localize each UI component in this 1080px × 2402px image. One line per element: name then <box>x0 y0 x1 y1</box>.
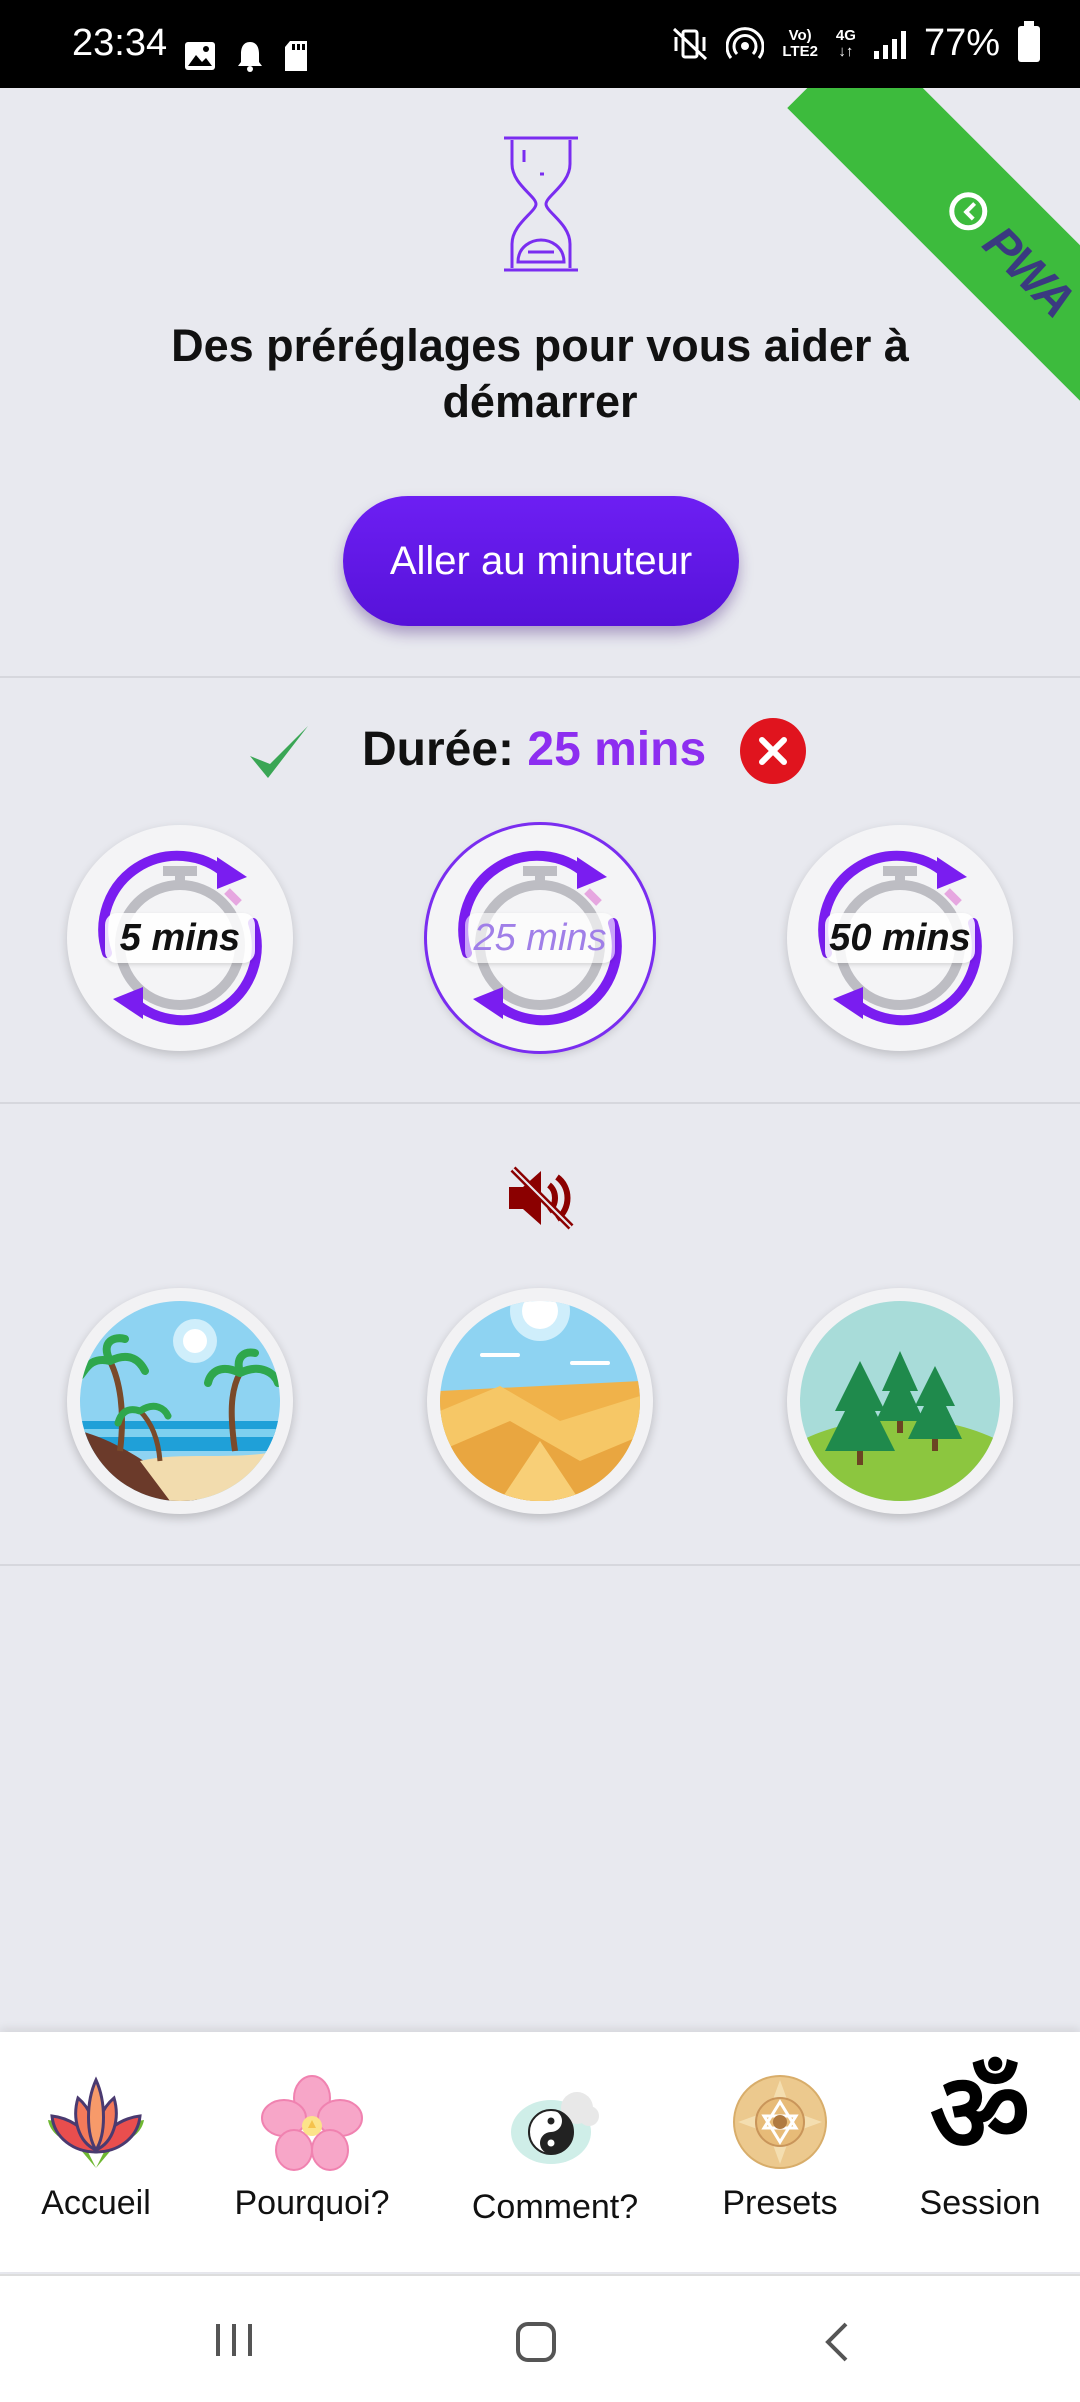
home-icon[interactable] <box>514 2320 558 2364</box>
status-bar: 23:34 Vo) LTE2 4G ↓↑ 77% <box>0 0 1080 88</box>
forest-scene-icon <box>800 1301 1000 1501</box>
clock-icon <box>941 184 996 239</box>
preset-25-mins[interactable]: 25 mins <box>427 825 653 1051</box>
beach-scene-button[interactable] <box>67 1288 293 1514</box>
preset-label: 25 mins <box>465 913 615 963</box>
sd-card-icon <box>285 41 307 71</box>
nav-item-accueil[interactable]: Accueil <box>20 2032 172 2272</box>
divider <box>0 676 1080 678</box>
divider <box>0 1102 1080 1104</box>
nav-label: Comment? <box>471 2188 639 2226</box>
preset-50-mins[interactable]: 50 mins <box>787 825 1013 1051</box>
checkmark-icon[interactable] <box>244 720 314 784</box>
hotspot-icon <box>726 26 765 59</box>
desert-scene-button[interactable] <box>427 1288 653 1514</box>
nav-label: Presets <box>722 2184 838 2222</box>
lotus-icon <box>48 2076 144 2168</box>
nav-item-pourquoi[interactable]: Pourquoi? <box>222 2032 402 2272</box>
system-navigation-bar <box>0 2274 1080 2402</box>
preset-label: 50 mins <box>825 913 975 963</box>
duration-value: 25 mins <box>527 723 707 776</box>
nav-label: Session <box>919 2184 1041 2222</box>
duration-display: Durée: 25 mins <box>362 722 706 777</box>
forest-scene-button[interactable] <box>787 1288 1013 1514</box>
yin-yang-icon <box>511 2092 599 2164</box>
bottom-navigation: Accueil Pourquoi? Comment? Presets ॐ Ses… <box>0 2032 1080 2272</box>
nav-item-session[interactable]: ॐ Session <box>900 2032 1060 2272</box>
preset-label: 5 mins <box>105 913 255 963</box>
duration-label: Durée: <box>362 723 515 776</box>
nav-item-comment[interactable]: Comment? <box>460 2032 650 2272</box>
mandala-icon <box>733 2075 827 2169</box>
clear-duration-button[interactable] <box>740 718 806 784</box>
nav-label: Accueil <box>41 2184 151 2222</box>
page-title: Des préréglages pour vous aider à démarr… <box>171 320 909 427</box>
network-type: 4G ↓↑ <box>835 26 856 60</box>
duration-row: Durée: 25 mins <box>0 712 1080 788</box>
signal-icon <box>873 29 906 59</box>
nav-label: Pourquoi? <box>234 2184 390 2222</box>
beach-scene-icon <box>80 1301 280 1501</box>
volte-indicator: Vo) LTE2 <box>782 26 818 60</box>
desert-scene-icon <box>440 1301 640 1501</box>
vibrate-mute-icon <box>673 27 708 60</box>
recent-apps-icon[interactable] <box>212 2320 256 2360</box>
battery-icon <box>1018 20 1040 62</box>
notification-bell-icon <box>238 42 262 72</box>
status-time: 23:34 <box>72 22 168 64</box>
back-icon[interactable] <box>822 2320 852 2364</box>
sound-muted-icon[interactable] <box>505 1165 577 1231</box>
hourglass-icon <box>504 136 578 272</box>
flower-icon <box>261 2075 363 2171</box>
gallery-icon <box>185 42 215 70</box>
preset-5-mins[interactable]: 5 mins <box>67 825 293 1051</box>
divider <box>0 1564 1080 1566</box>
close-icon <box>759 737 787 765</box>
pwa-label: PWA <box>973 216 1080 327</box>
battery-percent: 77% <box>923 22 1000 64</box>
go-to-timer-button[interactable]: Aller au minuteur <box>343 496 739 626</box>
om-icon: ॐ <box>929 2052 1031 2175</box>
nav-item-presets[interactable]: Presets <box>705 2032 855 2272</box>
